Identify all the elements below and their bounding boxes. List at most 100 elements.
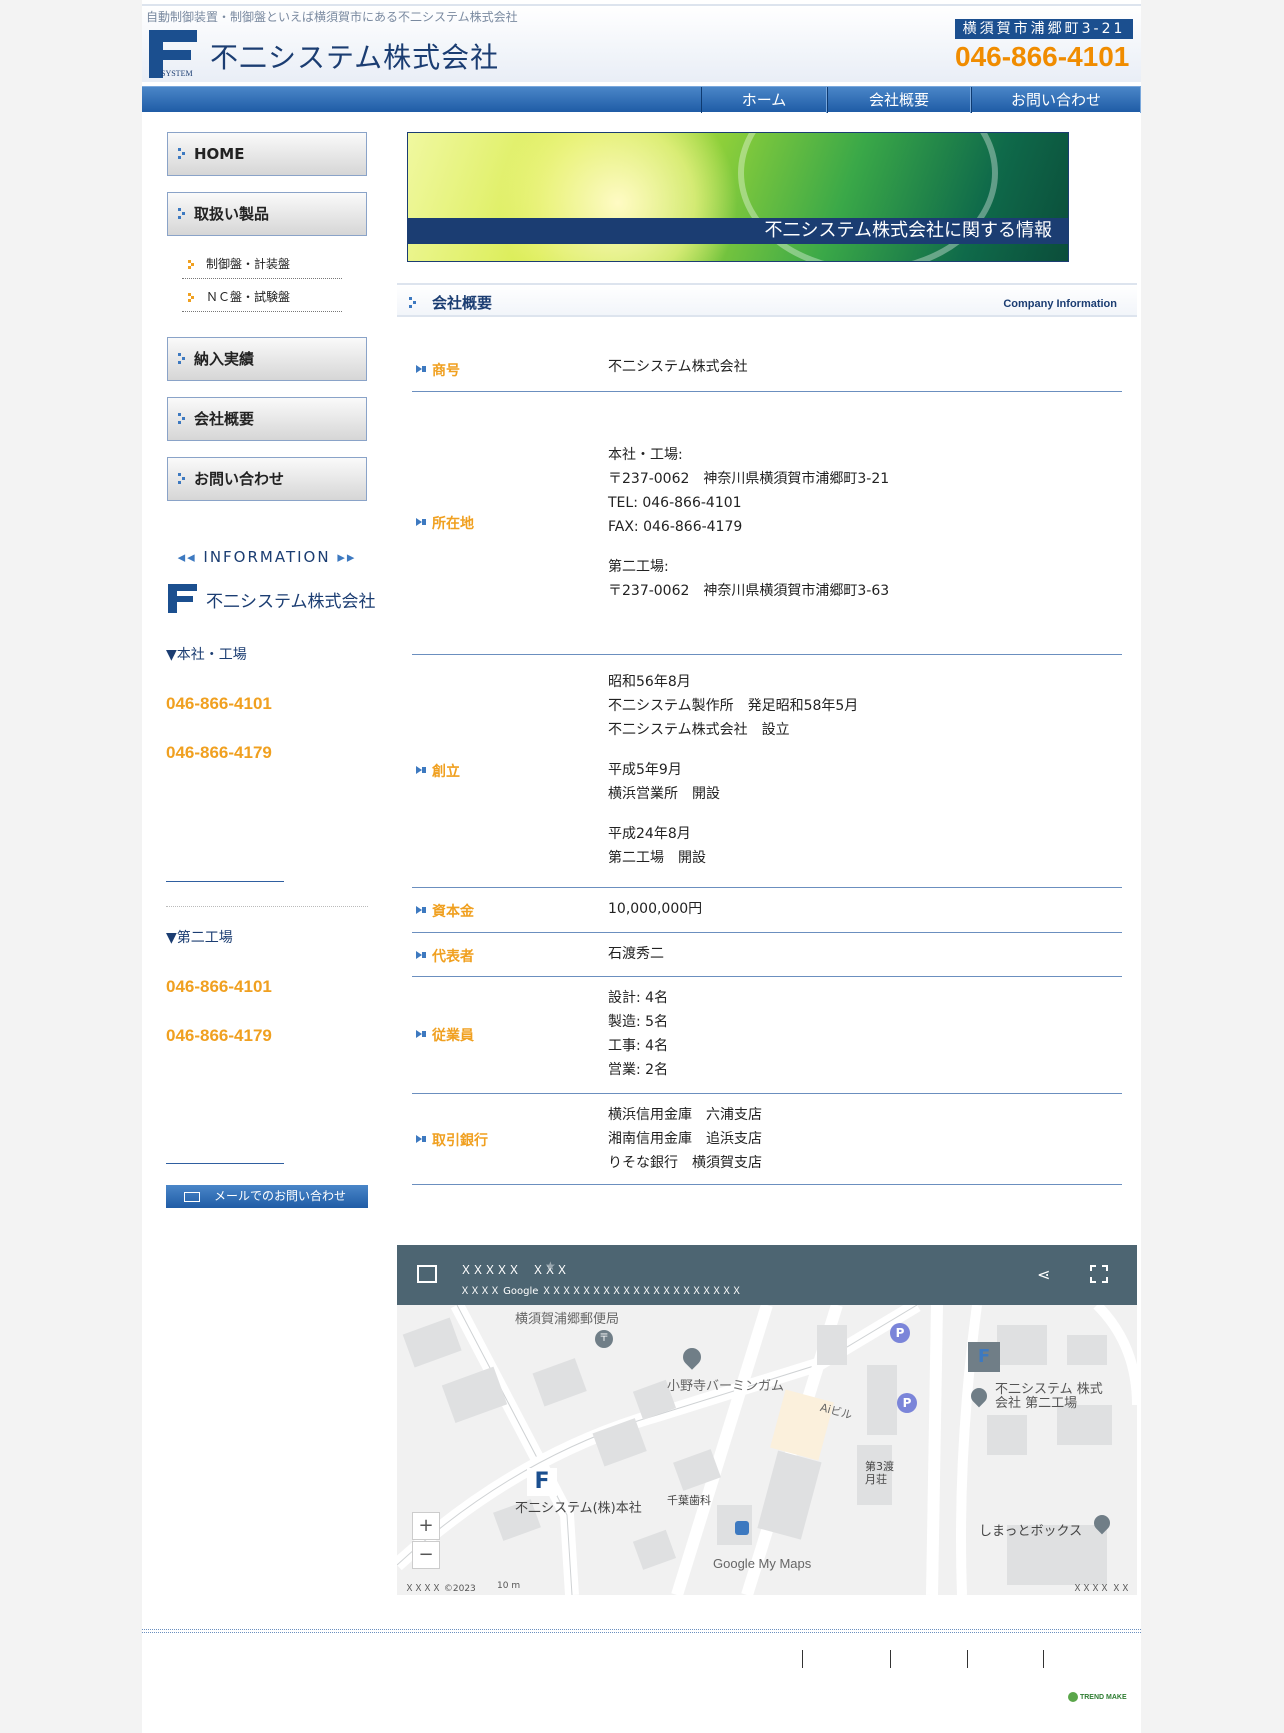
section-subtitle: Company Information xyxy=(1003,298,1117,310)
parking-icon[interactable]: P xyxy=(897,1393,917,1413)
row-label: 商号 xyxy=(416,360,460,380)
envelope-icon xyxy=(184,1192,200,1202)
row-value: 不二システム株式会社 xyxy=(608,359,748,375)
map-label-birmingham[interactable]: 小野寺バーミンガム xyxy=(667,1375,784,1394)
nav-company[interactable]: 会社概要 xyxy=(827,87,971,113)
information-heading: ◂◂ INFORMATION ▸▸ xyxy=(177,548,357,566)
map-copyright: ＸＸＸＸ ©2023 xyxy=(405,1584,476,1594)
footer-divider xyxy=(142,1629,1141,1633)
bullet-icon xyxy=(409,297,419,309)
info-row-address: 所在地 本社・工場: 〒237-0062 神奈川県横須賀市浦郷町3-21 TEL… xyxy=(412,392,1122,655)
divider xyxy=(166,1163,284,1164)
row-value: 昭和56年8月 不二システム製作所 発足昭和58年5月 不二システム株式会社 設… xyxy=(608,674,859,866)
info-row-capital: 資本金 10,000,000円 xyxy=(412,888,1122,933)
row-label: 資本金 xyxy=(416,901,474,921)
sidebar-button-label: お問い合わせ xyxy=(194,470,285,488)
banner-caption: 不二システム株式会社に関する情報 xyxy=(408,218,1068,244)
nav-home[interactable]: ホーム xyxy=(701,87,827,113)
row-value: 本社・工場: 〒237-0062 神奈川県横須賀市浦郷町3-21 TEL: 04… xyxy=(608,447,890,599)
factory-marker-icon[interactable]: F xyxy=(968,1342,1000,1372)
map-label-storage[interactable]: しまっとボックス xyxy=(979,1520,1082,1539)
google-my-maps-logo: Google My Maps xyxy=(713,1556,812,1571)
sidebar-toggle-icon[interactable] xyxy=(417,1265,437,1283)
header-phone: 046-866-4101 xyxy=(955,41,1130,72)
map-label-headquarters[interactable]: 不二システム(株)本社 xyxy=(515,1497,642,1516)
bullet-icon xyxy=(188,260,196,269)
divider xyxy=(166,881,284,882)
sidebar-contact-button[interactable]: お問い合わせ xyxy=(167,457,367,501)
sidebar-results-button[interactable]: 納入実績 xyxy=(167,337,367,381)
map-label-second-factory[interactable]: 不二システム 株式 会社 第二工場 xyxy=(995,1383,1103,1411)
zoom-out-button[interactable]: − xyxy=(412,1541,440,1569)
sidebar-sub-nc-panel[interactable]: ＮＣ盤・試験盤 xyxy=(182,282,342,312)
row-value: 横浜信用金庫 六浦支店 湘南信用金庫 追浜支店 りそな銀行 横須賀支店 xyxy=(608,1107,762,1171)
global-nav: ホーム 会社概要 お問い合わせ xyxy=(142,86,1141,113)
sidebar-home-button[interactable]: HOME xyxy=(167,132,367,176)
footer-separator xyxy=(890,1650,891,1668)
bullet-icon xyxy=(178,353,188,365)
zoom-in-button[interactable]: + xyxy=(412,1512,440,1540)
mail-contact-button[interactable]: メールでのお問い合わせ xyxy=(166,1185,368,1208)
row-value: 10,000,000円 xyxy=(608,901,703,917)
sidebar-button-label: HOME xyxy=(194,145,245,163)
bullet-icon xyxy=(178,473,188,485)
bullet-icon xyxy=(178,208,188,220)
row-label: 創立 xyxy=(416,761,460,781)
info-company-name: 不二システム株式会社 xyxy=(206,592,376,612)
trend-make-badge[interactable]: TREND MAKE xyxy=(1068,1692,1127,1702)
bullet-icon xyxy=(178,413,188,425)
svg-text:SYSTEM: SYSTEM xyxy=(161,69,193,78)
bullet-icon xyxy=(188,293,196,302)
map-scale: 10 m xyxy=(497,1581,521,1591)
company-logo-icon[interactable]: SYSTEM xyxy=(147,28,199,80)
map-toolbar: ＸＸＸＸＸ ＸＸＸ ★ ＸＸＸＸ Google ＸＸＸＸＸＸＸＸＸＸＸＸＸＸＸＸ… xyxy=(397,1245,1137,1305)
row-label: 代表者 xyxy=(416,946,474,966)
sidebar-sub-control-panel[interactable]: 制御盤・計装盤 xyxy=(182,249,342,279)
fullscreen-icon[interactable] xyxy=(1090,1265,1108,1283)
info-row-representative: 代表者 石渡秀二 xyxy=(412,933,1122,977)
sidebar-button-label: 会社概要 xyxy=(194,410,255,428)
parking-icon[interactable]: P xyxy=(890,1323,910,1343)
share-icon[interactable]: ⋖ xyxy=(1037,1265,1050,1284)
row-label: 従業員 xyxy=(416,1025,474,1045)
post-office-icon[interactable]: 〒 xyxy=(595,1330,613,1348)
row-label: 所在地 xyxy=(416,513,474,533)
leaf-icon xyxy=(1068,1692,1078,1702)
sub-item-label: ＮＣ盤・試験盤 xyxy=(206,290,291,304)
row-label: 取引銀行 xyxy=(416,1130,488,1150)
map-terms-link[interactable]: ＸＸＸＸ ＸＸＸＸＸ xyxy=(1073,1581,1137,1595)
dots-icon: ▸▸ xyxy=(337,548,357,566)
header-tagline: 自動制御装置・制御盤といえば横須賀市にある不二システム株式会社 xyxy=(146,10,518,24)
office2-label: ▼第二工場 xyxy=(166,930,233,946)
info-row-banks: 取引銀行 横浜信用金庫 六浦支店 湘南信用金庫 追浜支店 りそな銀行 横須賀支店 xyxy=(412,1094,1122,1185)
office2-fax: 046-866-4179 xyxy=(166,1026,272,1045)
nav-contact[interactable]: お問い合わせ xyxy=(971,87,1141,113)
embedded-map[interactable]: ＸＸＸＸＸ ＸＸＸ ★ ＸＸＸＸ Google ＸＸＸＸＸＸＸＸＸＸＸＸＸＸＸＸ… xyxy=(397,1245,1137,1595)
sidebar-button-label: 納入実績 xyxy=(194,350,255,368)
mail-button-label: メールでのお問い合わせ xyxy=(214,1189,347,1203)
footer-separator xyxy=(1043,1650,1044,1668)
map-label-post-office[interactable]: 横須賀浦郷郵便局 xyxy=(515,1308,619,1327)
info-banner: 不二システム株式会社に関する情報 xyxy=(407,132,1069,262)
address-badge: 横須賀市浦郷町3-21 xyxy=(955,19,1133,39)
map-roads xyxy=(397,1305,1137,1595)
sidebar-company-button[interactable]: 会社概要 xyxy=(167,397,367,441)
site-header: 自動制御装置・制御盤といえば横須賀市にある不二システム株式会社 SYSTEM 不… xyxy=(142,4,1141,82)
section-title: 会社概要 xyxy=(432,294,493,312)
bus-stop-icon[interactable] xyxy=(735,1521,749,1535)
page: 自動制御装置・制御盤といえば横須賀市にある不二システム株式会社 SYSTEM 不… xyxy=(142,0,1141,1733)
sidebar-products-button[interactable]: 取扱い製品 xyxy=(167,192,367,236)
map-notice: ＸＸＸＸ Google ＸＸＸＸＸＸＸＸＸＸＸＸＸＸＸＸＸＸＸＸ xyxy=(460,1286,742,1297)
company-logo-icon xyxy=(168,584,197,613)
star-icon[interactable]: ★ xyxy=(545,1259,556,1273)
info-row-founded: 創立 昭和56年8月 不二システム製作所 発足昭和58年5月 不二システム株式会… xyxy=(412,655,1122,888)
header-company-name[interactable]: 不二システム株式会社 xyxy=(210,36,499,76)
sub-item-label: 制御盤・計装盤 xyxy=(206,257,291,271)
hq-marker-icon[interactable]: F xyxy=(527,1468,557,1496)
info-row-employees: 従業員 設計: 4名 製造: 5名 工事: 4名 営業: 2名 xyxy=(412,977,1122,1094)
map-label-dentist: 千葉歯科 xyxy=(667,1494,711,1507)
sidebar-button-label: 取扱い製品 xyxy=(194,205,270,223)
bullet-icon xyxy=(178,148,188,160)
divider xyxy=(166,906,368,907)
office1-tel: 046-866-4101 xyxy=(166,694,272,713)
